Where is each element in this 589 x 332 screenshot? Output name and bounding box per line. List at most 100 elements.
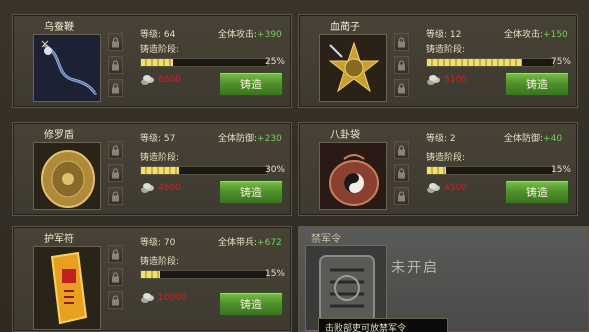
silver-coin-icon <box>427 75 440 85</box>
item-icon-shield[interactable] <box>33 142 101 210</box>
forge-progress-bar <box>140 166 268 175</box>
item-card-baguadai: 八卦袋 等级: 2 全体防御:+40 铸造阶段: 15% 4500 铸造 <box>298 122 578 216</box>
item-name: 血蔺子 <box>330 22 360 33</box>
forge-cost: 6800 <box>140 74 181 86</box>
forge-stage-label: 铸造阶段: <box>426 153 466 163</box>
forge-progress-bar <box>140 270 268 279</box>
progress-fill <box>427 59 522 66</box>
gem-slots <box>108 33 123 102</box>
stat-value: +40 <box>543 134 563 144</box>
level-value: 64 <box>163 30 176 40</box>
progress-fill <box>141 167 179 174</box>
forge-button[interactable]: 铸造 <box>505 72 569 96</box>
item-card-wuchanbian: 乌蚕鞭 等级: 64 全体攻击:+390 铸造阶段: 25% 6800 铸造 <box>12 14 292 108</box>
level-label: 等级: <box>426 30 448 40</box>
stat-label: 全体攻击: <box>218 30 258 40</box>
level-label: 等级: <box>426 134 448 144</box>
silver-coin-icon <box>427 183 440 193</box>
stat-label: 全体攻击: <box>504 30 544 40</box>
tooltip: 击败部吏可放禁军令 <box>318 318 448 332</box>
forge-button[interactable]: 铸造 <box>219 292 283 316</box>
lock-icon <box>108 56 123 74</box>
item-card-locked: 禁军令 未开启 <box>298 226 589 332</box>
item-icon-talisman[interactable] <box>33 246 101 330</box>
item-name: 修罗盾 <box>44 130 74 141</box>
silver-coin-icon <box>141 183 154 193</box>
silver-coin-icon <box>141 75 154 85</box>
item-card-xuelinzi: 血蔺子 等级: 12 全体攻击:+150 铸造阶段: 75% 5100 铸造 <box>298 14 578 108</box>
lock-icon <box>108 79 123 97</box>
lock-icon <box>394 141 409 159</box>
lock-icon <box>108 187 123 205</box>
cost-value: 6800 <box>158 75 181 85</box>
lock-icon <box>394 187 409 205</box>
forge-stage-label: 铸造阶段: <box>426 45 466 55</box>
item-icon-pouch[interactable] <box>319 142 387 210</box>
stat-value: +150 <box>543 30 568 40</box>
forge-stage-label: 铸造阶段: <box>140 153 180 163</box>
level-value: 2 <box>449 134 456 144</box>
gem-slots <box>108 245 123 314</box>
lock-icon <box>108 245 123 263</box>
progress-percent: 15% <box>550 165 571 175</box>
level-label: 等级: <box>140 238 162 248</box>
stat-label: 全体防御: <box>504 134 544 144</box>
item-name: 禁军令 <box>311 234 341 245</box>
lock-icon <box>108 141 123 159</box>
progress-fill <box>427 167 446 174</box>
progress-percent: 25% <box>264 57 285 67</box>
forge-button[interactable]: 铸造 <box>219 180 283 204</box>
forge-cost: 4500 <box>426 182 467 194</box>
gem-slots <box>394 141 409 210</box>
forge-cost: 5100 <box>426 74 467 86</box>
forge-progress-bar <box>426 58 554 67</box>
progress-percent: 75% <box>550 57 571 67</box>
forge-cost: 10000 <box>140 292 187 304</box>
locked-status: 未开启 <box>391 260 439 276</box>
cost-value: 4500 <box>444 183 467 193</box>
level-value: 70 <box>163 238 176 248</box>
progress-fill <box>141 271 160 278</box>
lock-icon <box>394 56 409 74</box>
cost-value: 10000 <box>158 293 187 303</box>
level-value: 57 <box>163 134 176 144</box>
item-icon-medallion[interactable] <box>319 34 387 102</box>
forge-button[interactable]: 铸造 <box>219 72 283 96</box>
level-label: 等级: <box>140 30 162 40</box>
item-name: 乌蚕鞭 <box>44 22 74 33</box>
stat-value: +672 <box>257 238 282 248</box>
forge-stage-label: 铸造阶段: <box>140 45 180 55</box>
forge-panel: 乌蚕鞭 等级: 64 全体攻击:+390 铸造阶段: 25% 6800 铸造 血… <box>0 0 589 332</box>
item-card-hujunfu: 护军符 等级: 70 全体带兵:+672 铸造阶段: 15% 10000 铸造 <box>12 226 292 332</box>
lock-icon <box>108 33 123 51</box>
level-label: 等级: <box>140 134 162 144</box>
gem-slots <box>394 33 409 102</box>
item-card-xiuludun: 修罗盾 等级: 57 全体防御:+230 铸造阶段: 30% 4600 铸造 <box>12 122 292 216</box>
progress-fill <box>141 59 173 66</box>
stat-label: 全体带兵: <box>218 238 258 248</box>
forge-cost: 4600 <box>140 182 181 194</box>
cost-value: 4600 <box>158 183 181 193</box>
forge-progress-bar <box>426 166 554 175</box>
forge-progress-bar <box>140 58 268 67</box>
lock-icon <box>394 79 409 97</box>
progress-percent: 15% <box>264 269 285 279</box>
lock-icon <box>108 291 123 309</box>
stat-value: +230 <box>257 134 282 144</box>
forge-button[interactable]: 铸造 <box>505 180 569 204</box>
stat-value: +390 <box>257 30 282 40</box>
lock-icon <box>108 268 123 286</box>
lock-icon <box>394 33 409 51</box>
item-name: 护军符 <box>44 234 74 245</box>
item-name: 八卦袋 <box>330 130 360 141</box>
level-value: 12 <box>449 30 462 40</box>
gem-slots <box>108 141 123 210</box>
stat-label: 全体防御: <box>218 134 258 144</box>
cost-value: 5100 <box>444 75 467 85</box>
lock-icon <box>394 164 409 182</box>
progress-percent: 30% <box>264 165 285 175</box>
item-icon-whip[interactable] <box>33 34 101 102</box>
forge-stage-label: 铸造阶段: <box>140 257 180 267</box>
silver-coin-icon <box>141 293 154 303</box>
lock-icon <box>108 164 123 182</box>
